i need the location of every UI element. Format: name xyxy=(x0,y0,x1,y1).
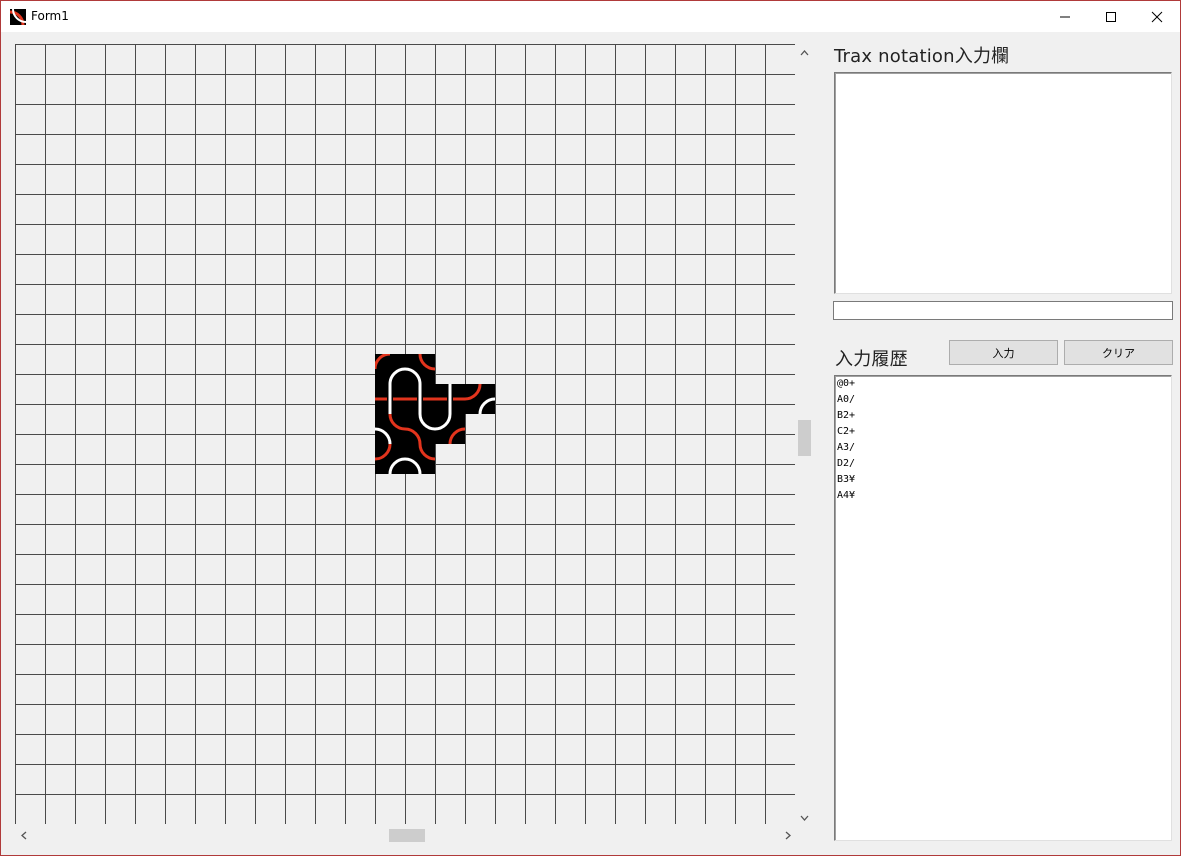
chevron-down-icon[interactable] xyxy=(796,809,813,826)
minimize-icon xyxy=(1060,16,1070,17)
app-window: Form1 Trax notation入力欄 入力履歴 入力 クリア @0+ A… xyxy=(0,0,1181,856)
board-horizontal-scrollbar[interactable] xyxy=(15,827,796,844)
notation-input[interactable] xyxy=(833,301,1173,320)
tile xyxy=(464,383,496,415)
window-title: Form1 xyxy=(31,9,69,23)
history-entry: B2+ xyxy=(837,410,856,421)
tile xyxy=(404,353,436,385)
history-list[interactable]: @0+ A0/ B2+ C2+ A3/ D2/ B3¥ A4¥ xyxy=(834,375,1172,841)
tile xyxy=(374,413,406,445)
notation-textarea[interactable] xyxy=(834,72,1172,294)
maximize-icon xyxy=(1106,11,1116,22)
history-entry: A4¥ xyxy=(837,490,856,501)
history-entry: D2/ xyxy=(837,458,856,469)
submit-button[interactable]: 入力 xyxy=(949,340,1058,365)
history-entry: A0/ xyxy=(837,394,856,405)
history-entry: B3¥ xyxy=(837,474,856,485)
tile xyxy=(435,384,465,414)
tile xyxy=(404,443,436,475)
tile xyxy=(375,354,405,384)
tile xyxy=(374,443,406,475)
placed-tiles xyxy=(374,353,496,475)
title-bar: Form1 xyxy=(1,1,1180,32)
tile xyxy=(405,384,435,414)
chevron-left-icon[interactable] xyxy=(15,827,32,844)
chevron-right-icon[interactable] xyxy=(779,827,796,844)
horizontal-scroll-thumb[interactable] xyxy=(389,829,425,842)
close-icon xyxy=(1151,11,1163,22)
notation-label: Trax notation入力欄 xyxy=(834,46,1010,67)
tile xyxy=(404,413,436,445)
tile xyxy=(434,413,466,445)
maximize-button[interactable] xyxy=(1088,1,1134,32)
clear-button[interactable]: クリア xyxy=(1064,340,1173,365)
trax-board[interactable] xyxy=(15,44,795,824)
board-vertical-scrollbar[interactable] xyxy=(796,44,813,826)
history-entry: C2+ xyxy=(837,426,856,437)
history-entry: @0+ xyxy=(837,378,856,389)
history-entry: A3/ xyxy=(837,442,856,453)
minimize-button[interactable] xyxy=(1042,1,1088,32)
trax-app-icon xyxy=(10,9,26,25)
vertical-scroll-thumb[interactable] xyxy=(798,420,811,456)
chevron-up-icon[interactable] xyxy=(796,44,813,61)
close-button[interactable] xyxy=(1134,1,1180,32)
history-label: 入力履歴 xyxy=(835,349,908,370)
tile xyxy=(375,384,405,414)
